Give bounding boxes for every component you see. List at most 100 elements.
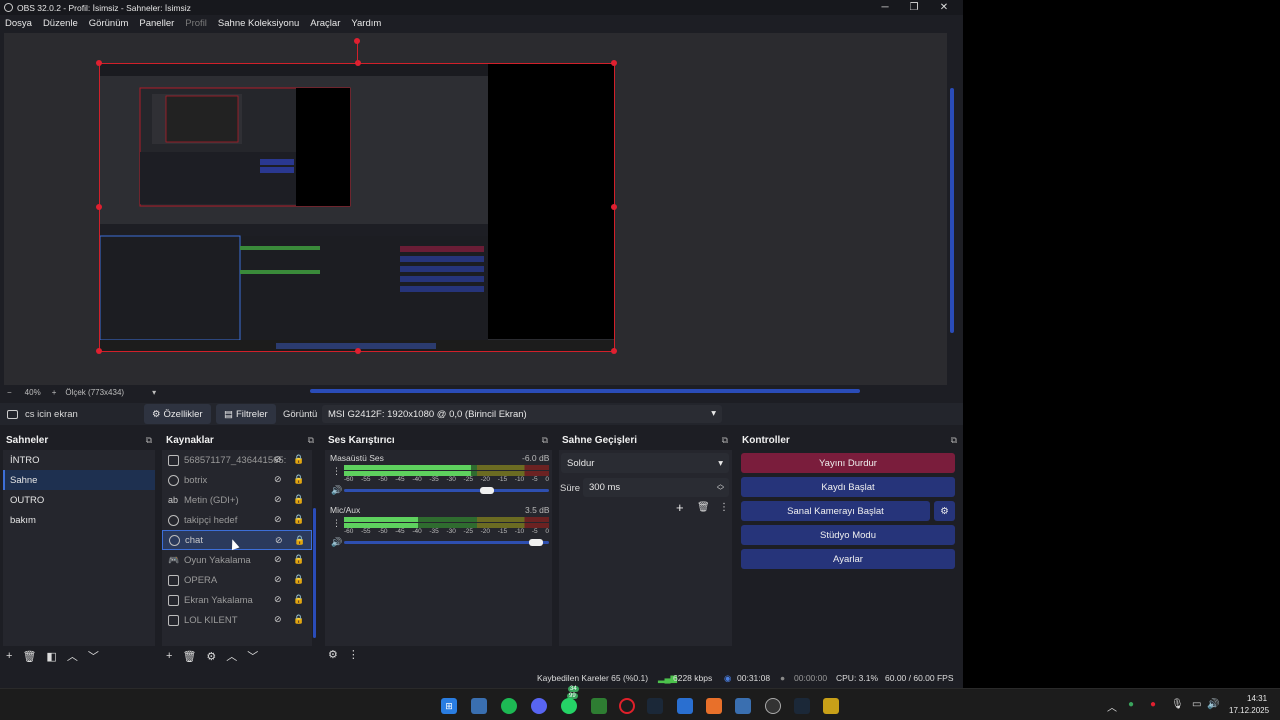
- network-icon[interactable]: ▭: [1192, 699, 1201, 710]
- channel-menu-icon[interactable]: ⋮: [332, 466, 341, 477]
- scene-item[interactable]: OUTRO: [3, 490, 155, 510]
- lock-icon[interactable]: 🔒: [293, 554, 304, 564]
- app-icon[interactable]: [677, 698, 693, 714]
- clock-time[interactable]: 14:31: [1247, 694, 1267, 703]
- visibility-icon[interactable]: ⊘: [275, 536, 286, 545]
- scene-item[interactable]: İNTRO: [3, 450, 155, 470]
- mixer-menu-icon[interactable]: ⋮: [348, 648, 359, 661]
- sources-scrollbar[interactable]: [313, 508, 316, 638]
- properties-button[interactable]: ⚙ Özellikler: [144, 404, 211, 424]
- source-item[interactable]: 🎮 Oyun Yakalama ⊘ 🔒: [162, 550, 312, 570]
- remove-scene-button[interactable]: 🗑: [22, 650, 36, 663]
- undock-icon[interactable]: ⧉: [722, 435, 728, 446]
- visibility-icon[interactable]: ⊘: [274, 455, 285, 464]
- app-icon[interactable]: [823, 698, 839, 714]
- move-scene-up-button[interactable]: ︿: [67, 648, 78, 664]
- visibility-icon[interactable]: ⊘: [274, 555, 285, 564]
- microphone-icon[interactable]: 🎙: [1171, 699, 1184, 710]
- tray-app-icon[interactable]: ●: [1150, 699, 1156, 710]
- start-virtual-camera-button[interactable]: Sanal Kamerayı Başlat: [741, 501, 930, 521]
- scene-item-selected[interactable]: Sahne: [3, 470, 155, 490]
- volume-slider[interactable]: [344, 487, 549, 494]
- tray-chevron-icon[interactable]: ︿: [1107, 699, 1117, 714]
- undock-icon[interactable]: ⧉: [951, 435, 957, 446]
- resize-handle-top[interactable]: [355, 60, 361, 66]
- discord-icon[interactable]: [531, 698, 547, 714]
- source-item[interactable]: botrix ⊘ 🔒: [162, 470, 312, 490]
- remove-transition-button[interactable]: 🗑: [697, 502, 710, 513]
- menu-scene-collection[interactable]: Sahne Koleksiyonu: [218, 18, 299, 29]
- speaker-icon[interactable]: 🔊: [331, 485, 342, 496]
- start-recording-button[interactable]: Kaydı Başlat: [741, 477, 955, 497]
- clock-date[interactable]: 17.12.2025: [1229, 706, 1269, 715]
- preview-vertical-scrollbar[interactable]: [950, 88, 954, 333]
- source-item[interactable]: LOL KILENT ⊘ 🔒: [162, 610, 312, 630]
- lock-icon[interactable]: 🔒: [294, 535, 305, 545]
- volume-slider[interactable]: [344, 539, 549, 546]
- stop-streaming-button[interactable]: Yayını Durdur: [741, 453, 955, 473]
- volume-icon[interactable]: 🔊: [1207, 699, 1219, 710]
- lock-icon[interactable]: 🔒: [293, 474, 304, 484]
- lock-icon[interactable]: 🔒: [293, 454, 304, 464]
- settings-button[interactable]: Ayarlar: [741, 549, 955, 569]
- maximize-button[interactable]: ❐: [899, 0, 929, 15]
- scale-label[interactable]: Ölçek (773x434): [65, 388, 124, 397]
- remove-source-button[interactable]: 🗑: [182, 650, 196, 663]
- close-button[interactable]: ✕: [929, 0, 959, 15]
- lock-icon[interactable]: 🔒: [293, 574, 304, 584]
- move-source-down-button[interactable]: ﹀: [247, 648, 258, 664]
- visibility-icon[interactable]: ⊘: [274, 575, 285, 584]
- visibility-icon[interactable]: ⊘: [274, 615, 285, 624]
- move-source-up-button[interactable]: ︿: [226, 648, 237, 664]
- mixer-settings-icon[interactable]: ⚙: [328, 648, 338, 661]
- visibility-icon[interactable]: ⊘: [274, 475, 285, 484]
- gear-icon[interactable]: ⚙: [206, 650, 216, 663]
- resize-handle-tl[interactable]: [96, 60, 102, 66]
- lock-icon[interactable]: 🔒: [293, 594, 304, 604]
- menu-edit[interactable]: Düzenle: [43, 18, 78, 29]
- source-preview-selected[interactable]: [96, 60, 617, 354]
- app-icon[interactable]: [706, 698, 722, 714]
- speaker-icon[interactable]: 🔊: [331, 537, 342, 548]
- source-item[interactable]: 568571177_436441565: ⊘ 🔒: [162, 450, 312, 470]
- transition-menu-icon[interactable]: ⋮: [719, 502, 729, 513]
- zoom-in-button[interactable]: +: [52, 388, 57, 397]
- add-transition-button[interactable]: +: [676, 500, 684, 515]
- display-select[interactable]: MSI G2412F: 1920x1080 @ 0,0 (Birincil Ek…: [322, 405, 722, 423]
- obs-icon[interactable]: [765, 698, 781, 714]
- lock-icon[interactable]: 🔒: [293, 514, 304, 524]
- tray-app-icon[interactable]: ●: [1128, 699, 1134, 710]
- source-item[interactable]: ab Metin (GDI+) ⊘ 🔒: [162, 490, 312, 510]
- undock-icon[interactable]: ⧉: [542, 435, 548, 446]
- app-icon[interactable]: [735, 698, 751, 714]
- stepper-icon[interactable]: ︿ ﹀: [717, 481, 724, 495]
- windows-start-icon[interactable]: ⊞: [441, 698, 457, 714]
- zoom-out-button[interactable]: −: [7, 388, 12, 397]
- visibility-icon[interactable]: ⊘: [274, 515, 285, 524]
- whatsapp-icon[interactable]: [561, 698, 577, 714]
- resize-handle-tr[interactable]: [611, 60, 617, 66]
- source-item[interactable]: Ekran Yakalama ⊘ 🔒: [162, 590, 312, 610]
- scale-dropdown-icon[interactable]: ▾: [152, 388, 156, 397]
- preview-horizontal-scrollbar[interactable]: [310, 389, 860, 393]
- undock-icon[interactable]: ⧉: [308, 435, 314, 446]
- steam-icon[interactable]: [647, 698, 663, 714]
- menu-view[interactable]: Görünüm: [89, 18, 129, 29]
- resize-handle-bottom[interactable]: [355, 348, 361, 354]
- add-scene-button[interactable]: +: [6, 650, 12, 662]
- rotation-handle[interactable]: [354, 38, 360, 44]
- scene-filters-button[interactable]: ◧: [46, 650, 56, 663]
- menu-tools[interactable]: Araçlar: [310, 18, 340, 29]
- source-item[interactable]: OPERA ⊘ 🔒: [162, 570, 312, 590]
- resize-handle-br[interactable]: [611, 348, 617, 354]
- duration-input[interactable]: 300 ms ︿ ﹀: [583, 478, 729, 497]
- minimize-button[interactable]: ─: [870, 0, 900, 15]
- resize-handle-right[interactable]: [611, 204, 617, 210]
- menu-file[interactable]: Dosya: [5, 18, 32, 29]
- virtual-camera-settings-button[interactable]: ⚙: [934, 501, 955, 521]
- menu-profile[interactable]: Profil: [185, 18, 207, 29]
- visibility-icon[interactable]: ⊘: [274, 595, 285, 604]
- menu-docks[interactable]: Paneller: [139, 18, 174, 29]
- lock-icon[interactable]: 🔒: [293, 614, 304, 624]
- menu-help[interactable]: Yardım: [351, 18, 381, 29]
